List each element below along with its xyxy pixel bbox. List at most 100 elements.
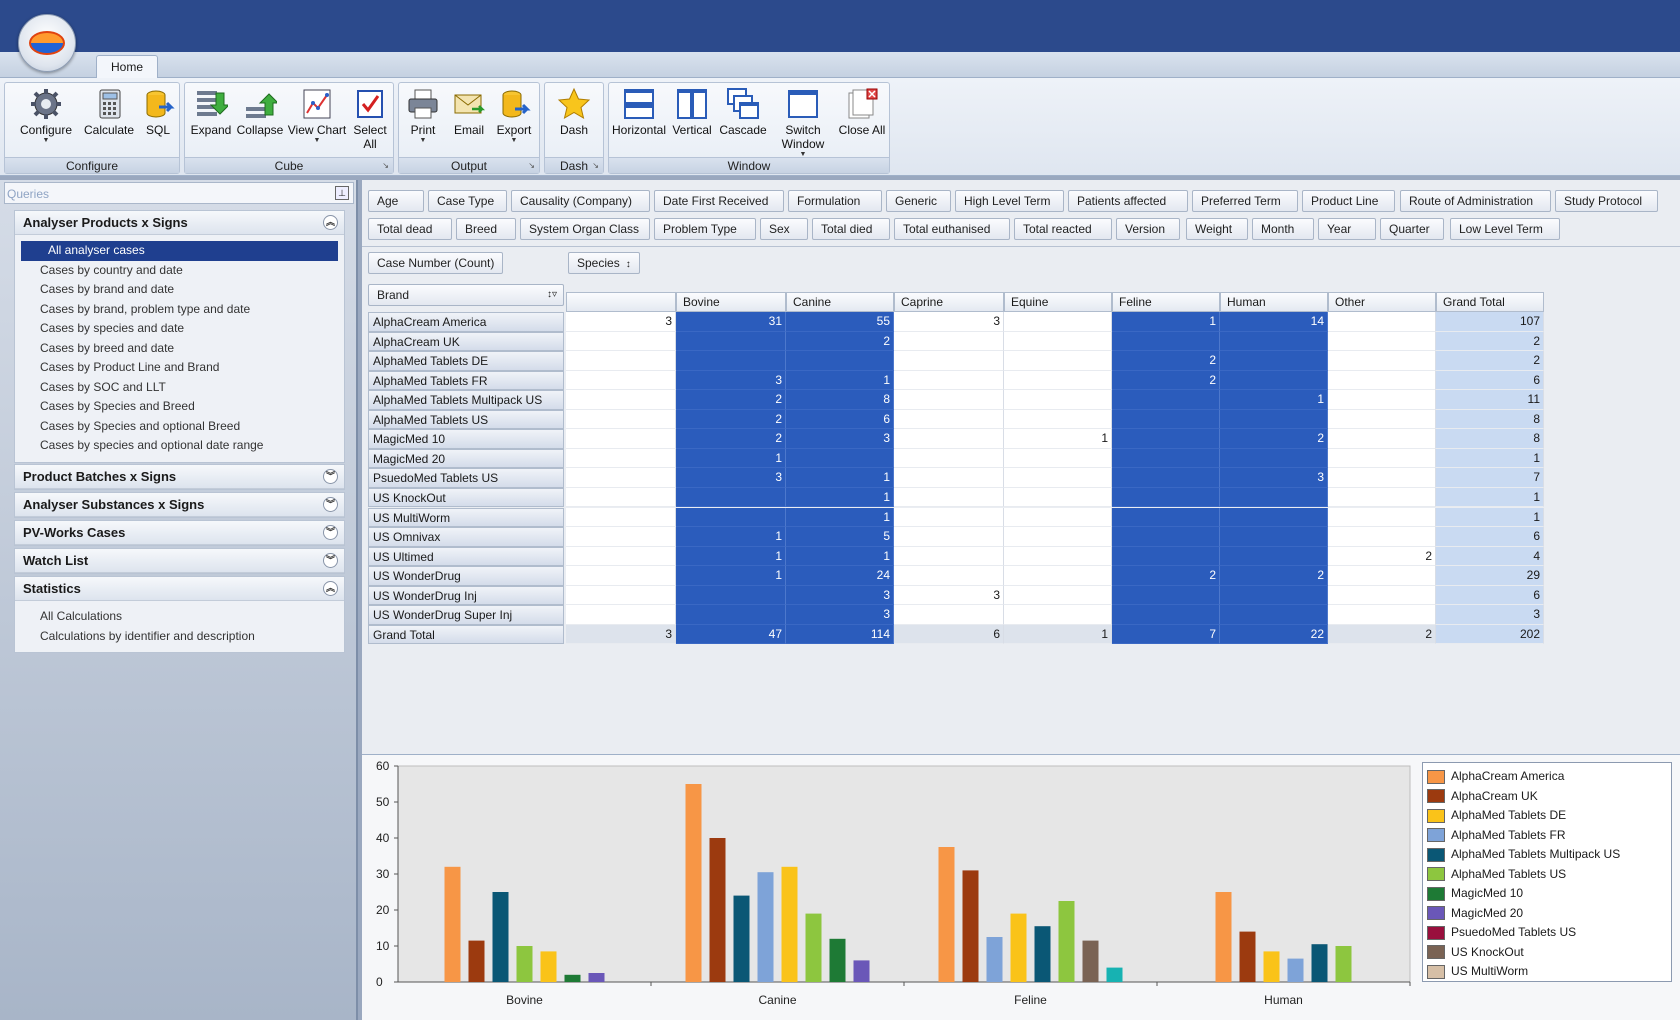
bar[interactable] (516, 946, 533, 982)
data-cell[interactable] (1220, 448, 1328, 469)
data-cell[interactable]: 3 (786, 605, 894, 625)
data-cell[interactable]: 202 (1436, 624, 1544, 645)
calculate-button[interactable]: Calculate (81, 87, 137, 137)
bar[interactable] (829, 938, 846, 982)
bar[interactable] (1263, 951, 1280, 982)
query-item[interactable]: Cases by breed and date (15, 339, 344, 359)
legend-item[interactable]: PsuedoMed Tablets US (1427, 923, 1576, 941)
query-item[interactable]: Cases by Species and Breed (15, 397, 344, 417)
data-cell[interactable] (676, 605, 786, 625)
pin-icon[interactable]: ⊥ (335, 186, 349, 200)
expand-chevron-icon[interactable]: ︾ (323, 525, 338, 540)
data-cell[interactable] (1112, 527, 1220, 547)
field-button[interactable]: Version (1116, 218, 1180, 240)
bar[interactable] (1287, 958, 1304, 982)
data-cell[interactable] (676, 487, 786, 508)
field-button[interactable]: Study Protocol (1555, 190, 1658, 212)
data-cell[interactable]: 1 (786, 370, 894, 391)
data-cell[interactable] (1112, 448, 1220, 469)
data-cell[interactable]: 55 (786, 312, 894, 332)
data-cell[interactable] (1328, 370, 1436, 391)
data-cell[interactable]: 1 (786, 507, 894, 527)
legend-item[interactable]: US KnockOut (1427, 943, 1524, 961)
nav-section-header[interactable]: Watch List ︾ (15, 549, 344, 573)
data-cell[interactable] (1328, 429, 1436, 449)
collapse-chevron-icon[interactable]: ︽ (323, 581, 338, 596)
bar[interactable] (781, 866, 798, 982)
data-cell[interactable] (1004, 527, 1112, 547)
data-cell[interactable] (894, 351, 1004, 371)
data-cell[interactable]: 3 (1220, 468, 1328, 488)
column-header[interactable]: Caprine (894, 292, 1004, 312)
data-cell[interactable] (1004, 448, 1112, 469)
column-header[interactable]: Canine (786, 292, 894, 312)
data-cell[interactable] (676, 507, 786, 527)
collapse-chevron-icon[interactable]: ︽ (323, 215, 338, 230)
field-button[interactable]: Sex (760, 218, 808, 240)
nav-section-header[interactable]: PV-Works Cases ︾ (15, 521, 344, 545)
data-cell[interactable]: 1 (1112, 312, 1220, 332)
data-cell[interactable] (676, 331, 786, 352)
data-cell[interactable]: 8 (1436, 409, 1544, 430)
query-item[interactable]: Cases by SOC and LLT (15, 378, 344, 398)
data-cell[interactable] (566, 585, 676, 606)
bar[interactable] (1034, 926, 1051, 982)
data-cell[interactable] (1004, 566, 1112, 586)
data-cell[interactable] (1004, 390, 1112, 410)
column-header[interactable]: Bovine (676, 292, 786, 312)
bar[interactable] (1215, 892, 1232, 982)
data-cell[interactable]: 6 (1436, 585, 1544, 606)
data-cell[interactable] (1220, 585, 1328, 606)
data-cell[interactable]: 2 (1112, 566, 1220, 586)
data-cell[interactable] (566, 566, 676, 586)
field-button[interactable]: Low Level Term (1450, 218, 1560, 240)
data-cell[interactable] (1220, 331, 1328, 352)
legend-item[interactable]: AlphaMed Tablets US (1427, 865, 1566, 883)
data-cell[interactable] (894, 546, 1004, 567)
field-button[interactable]: Total reacted (1014, 218, 1112, 240)
field-button[interactable]: Formulation (788, 190, 882, 212)
bar[interactable] (1010, 913, 1027, 982)
bar[interactable] (805, 913, 822, 982)
data-cell[interactable] (1112, 390, 1220, 410)
bar[interactable] (938, 847, 955, 982)
switch-window-button[interactable]: Switch Window ▼ (771, 87, 835, 159)
row-header[interactable]: AlphaMed Tablets DE (368, 351, 564, 371)
bar[interactable] (733, 895, 750, 982)
data-cell[interactable]: 1 (786, 468, 894, 488)
row-header[interactable]: US MultiWorm (368, 507, 564, 527)
data-cell[interactable] (1328, 566, 1436, 586)
nav-section-header[interactable]: Product Batches x Signs ︾ (15, 465, 344, 489)
query-item[interactable]: Cases by species and optional date range (15, 436, 344, 456)
query-item[interactable]: Cases by country and date (15, 261, 344, 281)
data-cell[interactable]: 2 (1220, 429, 1328, 449)
bar[interactable] (1311, 944, 1328, 982)
data-cell[interactable] (1112, 468, 1220, 488)
data-cell[interactable]: 6 (1436, 370, 1544, 391)
data-cell[interactable] (1004, 507, 1112, 527)
data-cell[interactable]: 2 (676, 409, 786, 430)
field-button[interactable]: Date First Received (654, 190, 784, 212)
bar[interactable] (1106, 967, 1123, 982)
data-cell[interactable] (1328, 351, 1436, 371)
bar[interactable] (492, 892, 509, 982)
field-button[interactable]: Problem Type (654, 218, 756, 240)
data-cell[interactable]: 2 (786, 331, 894, 352)
data-cell[interactable] (566, 331, 676, 352)
data-cell[interactable]: 8 (1436, 429, 1544, 449)
data-cell[interactable]: 47 (676, 624, 786, 645)
data-cell[interactable] (1328, 390, 1436, 410)
expand-chevron-icon[interactable]: ︾ (323, 469, 338, 484)
bar[interactable] (962, 870, 979, 982)
data-cell[interactable] (1220, 487, 1328, 508)
field-button[interactable]: Breed (456, 218, 516, 240)
row-header[interactable]: US Ultimed (368, 546, 564, 567)
row-header[interactable]: PsuedoMed Tablets US (368, 468, 564, 488)
data-cell[interactable]: 6 (894, 624, 1004, 645)
data-cell[interactable]: 2 (1436, 331, 1544, 352)
data-cell[interactable] (1220, 546, 1328, 567)
data-cell[interactable] (1220, 370, 1328, 391)
field-button[interactable]: Patients affected (1068, 190, 1188, 212)
field-button[interactable]: Age (368, 190, 424, 212)
data-cell[interactable]: 31 (676, 312, 786, 332)
